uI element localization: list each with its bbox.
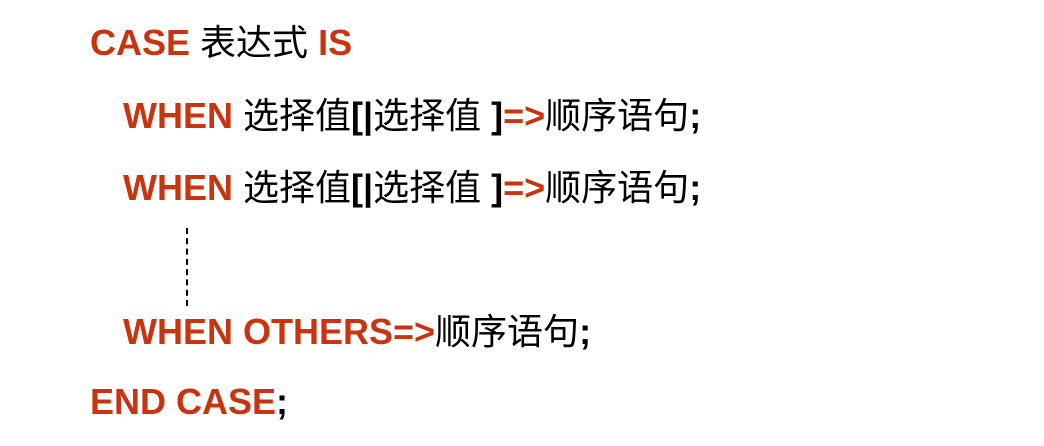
arrow-operator: =>: [503, 167, 546, 208]
case-header-line: CASE 表达式 IS: [90, 21, 352, 66]
keyword-end-case: END CASE: [90, 381, 277, 422]
optional-bracket-close: ]: [491, 95, 504, 136]
choice-value-alt: 选择值: [373, 96, 482, 137]
sequential-statement: 顺序语句: [435, 312, 580, 353]
expression-placeholder: 表达式: [200, 23, 309, 64]
optional-bracket-open: [|: [351, 167, 374, 208]
keyword-is: IS: [318, 22, 353, 63]
vertical-ellipsis-dashed-line: [186, 228, 188, 306]
when-others-clause: WHEN OTHERS=>顺序语句;: [123, 310, 591, 355]
sequential-statement: 顺序语句: [545, 168, 690, 209]
semicolon: ;: [276, 381, 289, 422]
arrow-operator: =>: [503, 95, 546, 136]
choice-value-alt: 选择值: [373, 168, 482, 209]
when-clause-1: WHEN 选择值[|选择值 ]=>顺序语句;: [123, 94, 701, 139]
end-case-line: END CASE;: [90, 380, 288, 424]
optional-bracket-open: [|: [351, 95, 374, 136]
semicolon: ;: [689, 95, 702, 136]
semicolon: ;: [689, 167, 702, 208]
choice-value: 选择值: [243, 168, 352, 209]
semicolon: ;: [579, 311, 592, 352]
sequential-statement: 顺序语句: [545, 96, 690, 137]
optional-bracket-close: ]: [491, 167, 504, 208]
keyword-case: CASE: [90, 22, 191, 63]
keyword-when: WHEN: [123, 95, 233, 136]
choice-value: 选择值: [243, 96, 352, 137]
keyword-when: WHEN: [123, 167, 233, 208]
when-clause-2: WHEN 选择值[|选择值 ]=>顺序语句;: [123, 166, 701, 211]
keyword-when-others: WHEN OTHERS=>: [123, 311, 436, 352]
